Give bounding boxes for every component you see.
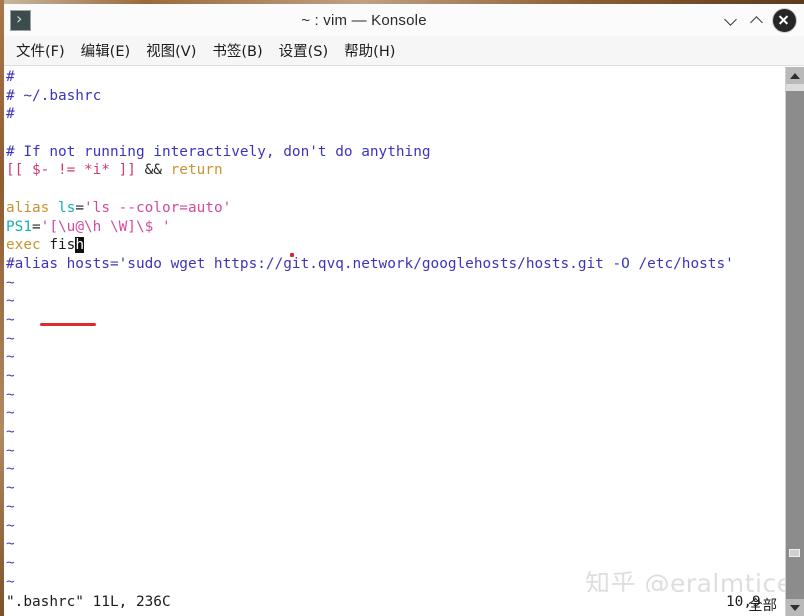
vim-line: PS1='[\u@\h \W]\$ ' xyxy=(4,218,785,237)
vim-empty-line-marker: ~ xyxy=(4,348,785,367)
statusline-scroll-state: 全部 xyxy=(748,598,777,614)
window-controls xyxy=(717,7,797,33)
code-segment: $- != *i* xyxy=(23,162,119,179)
code-segment: # If not running interactively, don't do… xyxy=(6,143,431,160)
vim-line: # xyxy=(4,105,785,124)
window-title: ~ : vim — Konsole xyxy=(301,11,427,29)
tilde-marker: ~ xyxy=(6,274,15,291)
menu-item-settings[interactable]: 设置(S) xyxy=(271,37,337,64)
vim-empty-line-marker: ~ xyxy=(4,479,785,498)
menu-item-help[interactable]: 帮助(H) xyxy=(336,37,403,64)
tilde-marker: ~ xyxy=(6,480,15,497)
menu-item-bookmarks[interactable]: 书签(B) xyxy=(204,37,270,64)
scrollbar-thumb[interactable] xyxy=(786,84,804,91)
vim-line xyxy=(4,180,785,199)
code-segment: # xyxy=(6,69,15,85)
red-underline-annotation xyxy=(40,323,96,326)
vim-line: # ~/.bashrc xyxy=(4,87,785,106)
tilde-marker: ~ xyxy=(6,461,15,478)
tilde-marker: ~ xyxy=(6,536,15,553)
vim-statusline: ".bashrc" 11L, 236C 10,9 全部 xyxy=(4,592,785,616)
vim-empty-line-marker: ~ xyxy=(4,404,785,423)
code-segment: exec xyxy=(6,237,41,254)
code-segment: '[\u@\h \W]\$ ' xyxy=(40,218,171,235)
tilde-marker: ~ xyxy=(6,442,15,459)
minimize-button[interactable] xyxy=(717,7,743,33)
vim-line: #alias hosts='sudo wget https://git.qvq.… xyxy=(4,255,785,274)
chevron-down-icon xyxy=(725,15,736,26)
titlebar[interactable]: ~ : vim — Konsole xyxy=(4,4,804,36)
vim-line: [[ $- != *i* ]] && return xyxy=(4,161,785,180)
tilde-marker: ~ xyxy=(6,349,15,366)
code-segment: fis xyxy=(49,237,76,254)
code-segment: # xyxy=(6,106,15,123)
code-segment: = xyxy=(75,199,84,216)
scroll-down-button[interactable] xyxy=(786,599,804,616)
chevron-up-icon xyxy=(751,15,762,26)
terminal-view[interactable]: # # ~/.bashrc # # If not running interactiv… xyxy=(4,67,785,592)
konsole-window: ~ : vim — Konsole 文件(F) 编辑(E) 视图(V) 书签(B… xyxy=(0,0,804,616)
menu-item-file[interactable]: 文件(F) xyxy=(8,37,73,64)
vim-line: alias ls='ls --color=auto' xyxy=(4,199,785,218)
code-segment: #alias hosts='sudo wget https://git.qvq.… xyxy=(6,255,734,272)
tilde-marker: ~ xyxy=(6,293,15,310)
vim-empty-line-marker: ~ xyxy=(4,554,785,573)
code-segment: 'ls --color=auto' xyxy=(84,199,232,216)
code-segment: PS1 xyxy=(6,218,32,235)
triangle-down-icon xyxy=(790,604,800,611)
code-segment: return xyxy=(170,162,223,179)
vim-line: # xyxy=(4,68,785,87)
vim-line xyxy=(4,124,785,143)
vim-empty-line-marker: ~ xyxy=(4,517,785,536)
vim-empty-line-marker: ~ xyxy=(4,292,785,311)
code-segment: [[ xyxy=(6,162,24,179)
vim-buffer: # # ~/.bashrc # # If not running interactiv… xyxy=(4,68,785,591)
vim-empty-line-marker: ~ xyxy=(4,498,785,517)
vim-empty-line-marker: ~ xyxy=(4,274,785,293)
menubar: 文件(F) 编辑(E) 视图(V) 书签(B) 设置(S) 帮助(H) xyxy=(4,36,804,66)
vim-empty-line-marker: ~ xyxy=(4,367,785,386)
terminal-prompt-icon xyxy=(10,9,31,31)
maximize-button[interactable] xyxy=(743,7,769,33)
tilde-marker: ~ xyxy=(6,386,15,403)
code-segment: ls xyxy=(58,199,76,216)
vim-empty-line-marker: ~ xyxy=(4,386,785,405)
scrollbar-marker xyxy=(789,549,800,557)
close-button[interactable] xyxy=(772,7,797,33)
vim-empty-line-marker: ~ xyxy=(4,460,785,479)
tilde-marker: ~ xyxy=(6,405,15,422)
vim-line: # If not running interactively, don't do… xyxy=(4,143,785,162)
vim-empty-line-marker: ~ xyxy=(4,423,785,442)
vim-empty-line-marker: ~ xyxy=(4,311,785,330)
tilde-marker: ~ xyxy=(6,517,15,534)
vim-line: exec fish xyxy=(4,236,785,255)
tilde-marker: ~ xyxy=(6,554,15,571)
code-segment: # ~/.bashrc xyxy=(6,87,102,104)
triangle-up-icon xyxy=(790,72,800,79)
code-segment: ]] xyxy=(118,162,136,179)
tilde-marker: ~ xyxy=(6,311,15,328)
tilde-marker: ~ xyxy=(6,424,15,441)
code-segment: && xyxy=(144,162,162,179)
scroll-up-button[interactable] xyxy=(786,67,804,84)
menu-item-view[interactable]: 视图(V) xyxy=(138,37,204,64)
vim-empty-line-marker: ~ xyxy=(4,573,785,592)
tilde-marker: ~ xyxy=(6,498,15,515)
tilde-marker: ~ xyxy=(6,368,15,384)
red-dot-annotation xyxy=(290,253,294,257)
vim-empty-line-marker: ~ xyxy=(4,330,785,349)
vertical-scrollbar[interactable] xyxy=(785,67,804,616)
vim-cursor: h xyxy=(75,237,84,254)
menu-item-edit[interactable]: 编辑(E) xyxy=(73,37,138,64)
code-segment: = xyxy=(32,218,41,235)
tilde-marker: ~ xyxy=(6,330,15,347)
code-segment: alias xyxy=(6,199,50,216)
vim-empty-line-marker: ~ xyxy=(4,535,785,554)
tilde-marker: ~ xyxy=(6,573,15,590)
vim-empty-line-marker: ~ xyxy=(4,442,785,461)
